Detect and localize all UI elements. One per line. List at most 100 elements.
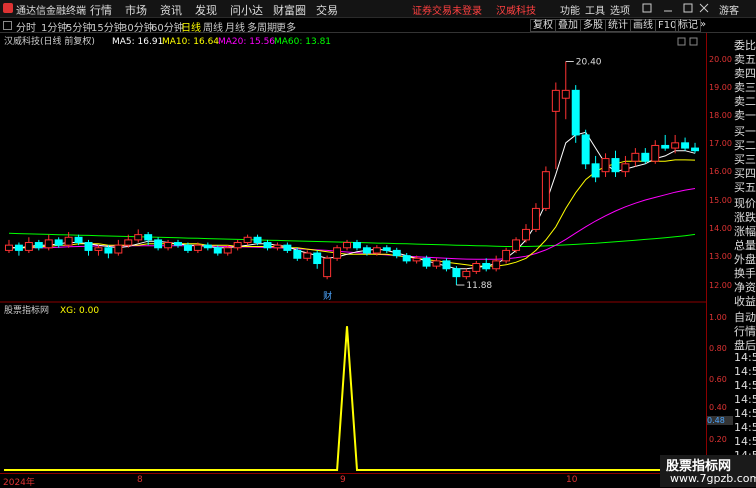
- ind-tick: 0.60: [709, 375, 727, 384]
- watermark: 股票指标网 www.7gpzb.com: [660, 455, 756, 487]
- trade-time: 14:50: [734, 435, 756, 448]
- more-tools-icon[interactable]: »: [700, 19, 706, 30]
- candle-down: [581, 134, 590, 165]
- candle-up: [502, 249, 511, 262]
- multi-stock-button[interactable]: 多股: [580, 19, 606, 32]
- period-daily[interactable]: 日线: [181, 19, 201, 34]
- ma5-legend: MA5: 16.91: [112, 37, 163, 47]
- login-alert[interactable]: 证券交易未登录: [412, 2, 482, 17]
- chart-header: 汉威科技(日线 前复权) MA5: 16.91 MA10: 16.64 MA20…: [4, 35, 331, 47]
- price-tick: 13.00: [709, 252, 732, 261]
- period-monthly[interactable]: 月线: [225, 19, 245, 34]
- candle-down: [283, 244, 292, 251]
- candle-down: [392, 249, 401, 257]
- candle-up: [64, 236, 73, 246]
- candlestick-chart[interactable]: 汉威科技(日线 前复权) MA5: 16.91 MA10: 16.64 MA20…: [0, 33, 706, 303]
- candle-down: [313, 252, 322, 265]
- period-30min[interactable]: 30分钟: [121, 19, 154, 34]
- candle-up: [134, 234, 143, 241]
- candle-down: [34, 242, 43, 249]
- period-60min[interactable]: 60分钟: [151, 19, 184, 34]
- indicator-name: 股票指标网: [4, 304, 49, 316]
- candle-up: [472, 263, 481, 272]
- menu-item-options[interactable]: 选项: [610, 2, 630, 17]
- guest-user[interactable]: 游客: [719, 2, 739, 17]
- price-tick: 15.00: [709, 196, 732, 205]
- candle-down: [571, 89, 580, 136]
- ind-tick: 0.40: [709, 403, 727, 412]
- candle-up: [44, 239, 53, 249]
- period-multi[interactable]: 多周期: [247, 19, 277, 34]
- menu-item-trade[interactable]: 交易: [316, 2, 338, 18]
- candle-up: [432, 260, 441, 267]
- candle-up: [601, 158, 610, 173]
- period-intraday[interactable]: 分时: [16, 19, 36, 34]
- trade-time: 14:50: [734, 407, 756, 420]
- candle-down: [422, 257, 431, 267]
- indicator-chart[interactable]: 股票指标网 XG: 0.00: [0, 303, 706, 473]
- xg-value: XG: 0.00: [60, 306, 99, 316]
- period-more[interactable]: 更多: [276, 19, 296, 34]
- period-5min[interactable]: 5分钟: [66, 19, 92, 34]
- candle-up: [273, 244, 282, 249]
- menu-item-discover[interactable]: 发现: [195, 2, 217, 18]
- high-price-label: 20.40: [576, 57, 602, 67]
- ma20-legend: MA20: 15.56: [218, 37, 275, 47]
- stock-name: 汉威科技(日线 前复权): [4, 35, 95, 47]
- price-tick: 12.00: [709, 281, 732, 290]
- chart-expand-icon: [689, 37, 698, 46]
- quote-label: 卖一: [734, 109, 756, 122]
- candle-up: [671, 142, 680, 149]
- candle-up: [551, 89, 560, 112]
- candle-up: [343, 242, 352, 249]
- candle-down: [452, 268, 461, 278]
- menu-item-functions[interactable]: 功能: [560, 2, 580, 17]
- chart-corner-icons[interactable]: [677, 37, 698, 46]
- menu-item-ask[interactable]: 问小达: [230, 2, 263, 18]
- current-stock-label[interactable]: 汉威科技: [496, 2, 536, 17]
- candle-down: [442, 260, 451, 270]
- candle-down: [203, 244, 212, 249]
- candle-down: [84, 242, 93, 251]
- period-weekly[interactable]: 周线: [203, 19, 223, 34]
- mark-button[interactable]: 标记: [675, 19, 701, 32]
- candle-down: [352, 242, 361, 249]
- menu-item-market[interactable]: 市场: [125, 2, 147, 18]
- candles: [4, 61, 700, 286]
- candle-up: [333, 247, 342, 259]
- low-price-label: 11.88: [466, 281, 492, 291]
- restore-icon: [642, 3, 652, 13]
- adjust-button[interactable]: 复权: [530, 19, 556, 32]
- candle-down: [691, 147, 700, 152]
- candle-down: [293, 249, 302, 259]
- overlay-button[interactable]: 叠加: [555, 19, 581, 32]
- candle-down: [104, 247, 113, 254]
- stats-button[interactable]: 统计: [605, 19, 631, 32]
- ma10-legend: MA10: 16.64: [162, 37, 219, 47]
- candle-up: [243, 236, 252, 244]
- candle-down: [144, 234, 153, 241]
- price-tick: 18.00: [709, 111, 732, 120]
- menu-item-news[interactable]: 资讯: [160, 2, 182, 18]
- period-1min[interactable]: 1分钟: [41, 19, 67, 34]
- menu-item-tools[interactable]: 工具: [585, 2, 605, 17]
- menu-item-wealth[interactable]: 财富圈: [273, 2, 306, 18]
- candle-down: [183, 244, 192, 251]
- menu-item-market-quotes[interactable]: 行情: [90, 2, 112, 18]
- candle-up: [651, 144, 660, 162]
- price-axis: 20.00 19.00 18.00 17.00 16.00 15.00 14.0…: [706, 33, 735, 473]
- trade-time: 14:50: [734, 421, 756, 434]
- candle-down: [402, 255, 411, 262]
- candle-up: [522, 228, 530, 241]
- price-tick: 17.00: [709, 139, 732, 148]
- event-marker: 财: [323, 290, 332, 302]
- price-annotations: 20.40 11.88 财: [323, 57, 602, 302]
- price-tick: 16.00: [709, 167, 732, 176]
- candle-up: [541, 171, 550, 209]
- panel-toggle-icon[interactable]: [3, 21, 12, 30]
- period-15min[interactable]: 15分钟: [91, 19, 124, 34]
- candle-down: [213, 247, 222, 254]
- draw-line-button[interactable]: 画线: [630, 19, 656, 32]
- candle-up: [4, 244, 13, 251]
- candle-up: [531, 207, 540, 230]
